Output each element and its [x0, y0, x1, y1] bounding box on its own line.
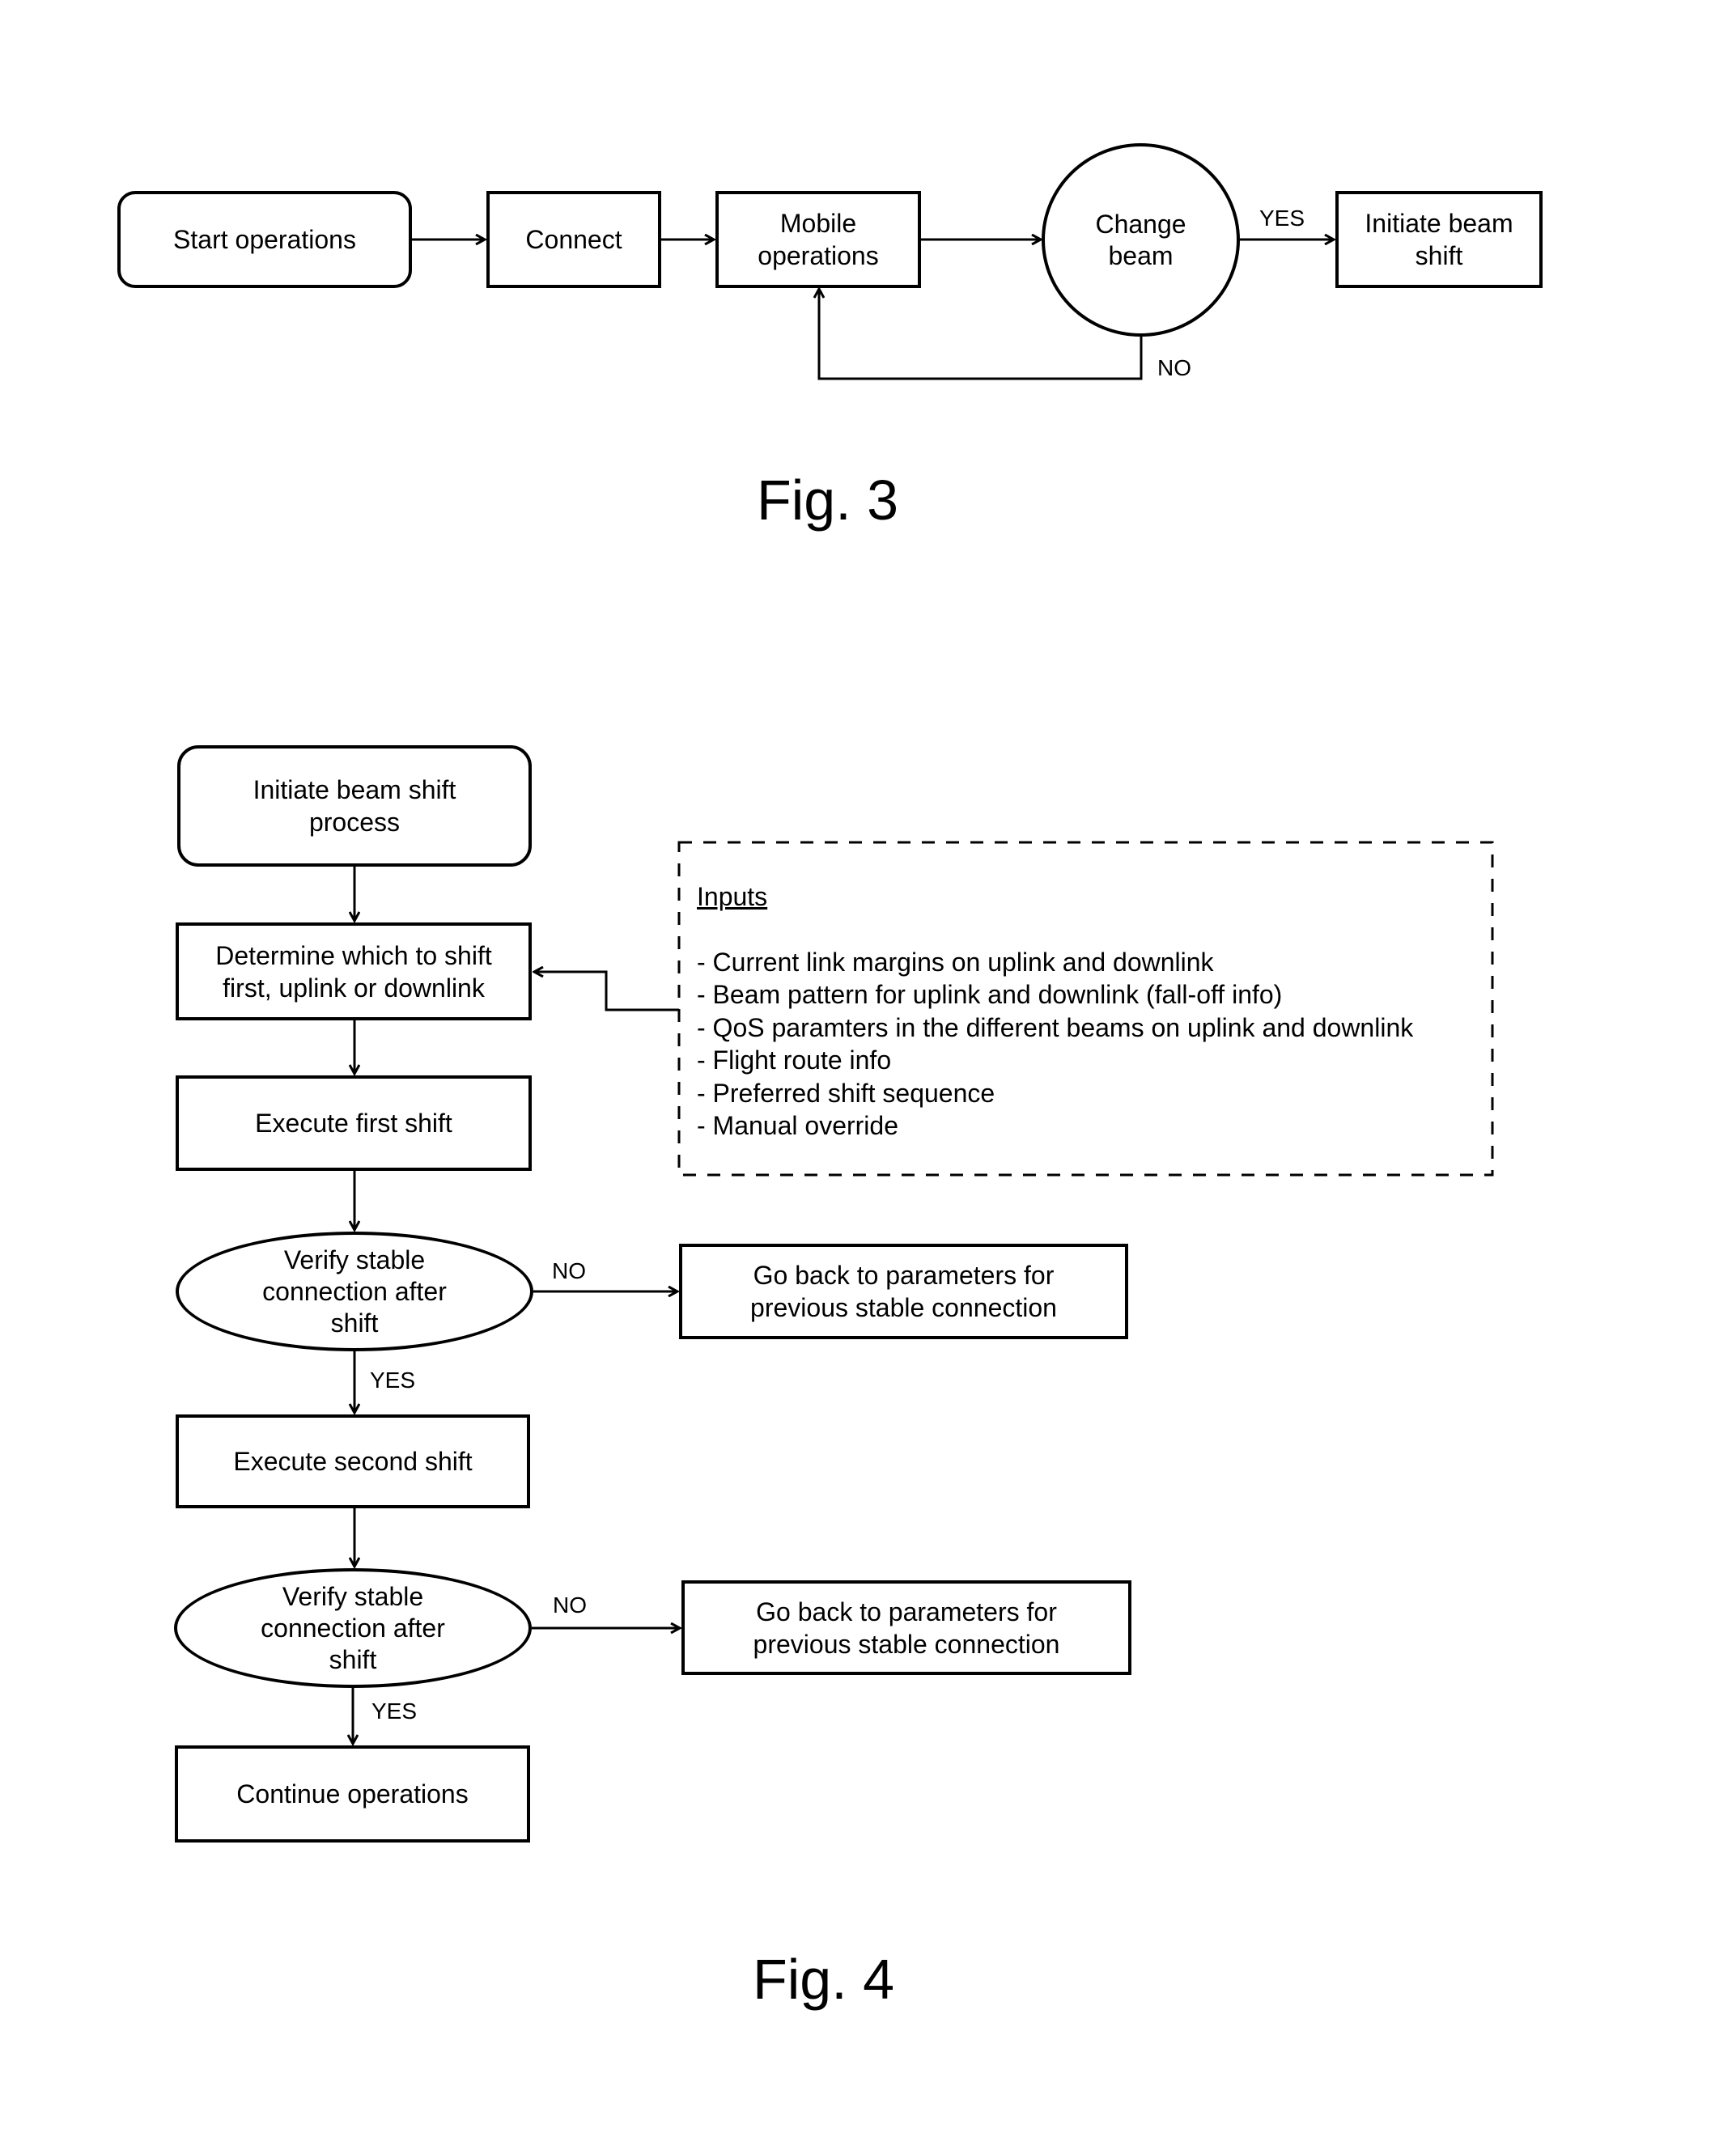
yes-label-1: YES [370, 1368, 416, 1393]
no-label-1: NO [552, 1258, 586, 1283]
no-label: NO [1157, 355, 1191, 380]
yes-label-2: YES [371, 1698, 418, 1724]
yes-label: YES [1259, 206, 1305, 231]
connect-node: Connect [486, 191, 661, 288]
execute-first-shift-node: Execute first shift [176, 1075, 532, 1171]
verify-stable-decision-2: Verify stable connection after shift [174, 1568, 532, 1688]
initiate-beam-shift-node: Initiate beam shift [1335, 191, 1543, 288]
input-item: - Current link margins on uplink and dow… [697, 947, 1214, 977]
no-label-2: NO [553, 1592, 587, 1618]
go-back-node-2: Go back to parameters for previous stabl… [681, 1580, 1131, 1675]
fig4-caption: Fig. 4 [753, 1948, 895, 2011]
fig3-caption: Fig. 3 [757, 469, 899, 532]
inputs-title: Inputs [697, 882, 768, 911]
mobile-operations-node: Mobile operations [715, 191, 921, 288]
verify-stable-decision-1: Verify stable connection after shift [176, 1232, 533, 1351]
go-back-node-1: Go back to parameters for previous stabl… [679, 1244, 1128, 1339]
input-item: - Preferred shift sequence [697, 1078, 995, 1108]
determine-shift-node: Determine which to shift first, uplink o… [176, 922, 532, 1020]
execute-second-shift-node: Execute second shift [176, 1414, 530, 1508]
input-item: - QoS paramters in the different beams o… [697, 1012, 1414, 1042]
change-beam-decision: Change beam [1042, 143, 1240, 337]
input-item: - Flight route info [697, 1045, 892, 1075]
initiate-beam-shift-process-node: Initiate beam shift process [177, 745, 532, 867]
start-operations-node: Start operations [117, 191, 412, 288]
continue-operations-node: Continue operations [175, 1745, 530, 1843]
arrow-inputs-to-determine [534, 972, 679, 1011]
inputs-list: Inputs - Current link margins on uplink … [697, 880, 1413, 1143]
input-item: - Manual override [697, 1111, 898, 1140]
input-item: - Beam pattern for uplink and downlink (… [697, 980, 1283, 1009]
